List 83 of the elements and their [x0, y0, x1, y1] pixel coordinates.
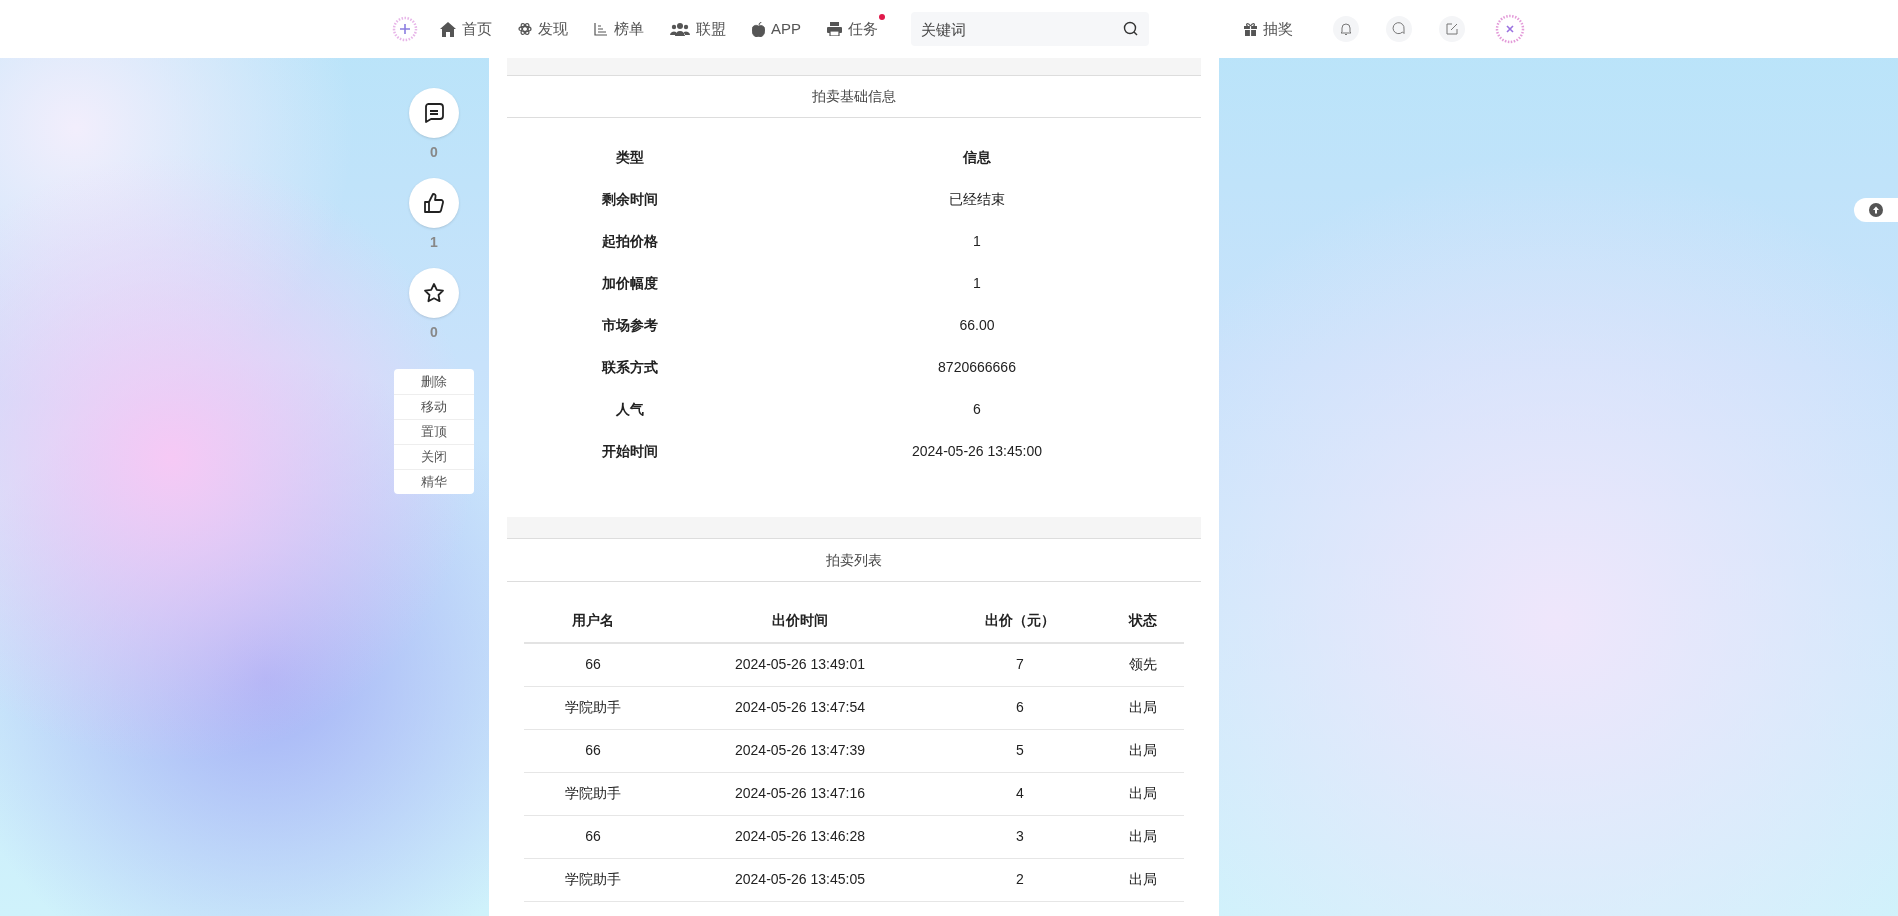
table-cell: 2024-05-26 13:45:05: [662, 858, 938, 901]
apple-icon: [752, 21, 765, 37]
column-header: 信息: [962, 147, 992, 167]
comment-button[interactable]: [409, 88, 459, 138]
table-cell: 5: [938, 729, 1102, 772]
column-header: 状态: [1102, 599, 1184, 643]
table-cell-text: 已经结束: [948, 189, 1006, 209]
bar-list-icon: [594, 22, 608, 36]
column-header: 用户名: [524, 599, 662, 643]
nav-link[interactable]: APP: [752, 17, 801, 41]
table-cell-text: 人气: [615, 399, 645, 419]
atom-icon: [518, 22, 532, 36]
table-cell: 2024-05-26 13:47:16: [662, 772, 938, 815]
table-cell-text: 开始时间: [601, 441, 659, 461]
table-cell-text: 加价幅度: [601, 273, 659, 293]
nav-link[interactable]: 榜单: [594, 17, 644, 41]
lottery-link[interactable]: 抽奖: [1243, 17, 1293, 41]
search-icon[interactable]: [1123, 21, 1139, 37]
table-cell-text: 起拍价格: [601, 231, 659, 251]
table-cell: 出局: [1102, 815, 1184, 858]
comment-count: 0: [430, 143, 438, 162]
table-cell: 7: [938, 643, 1102, 686]
admin-menu-item[interactable]: 关闭: [394, 444, 474, 469]
like-button[interactable]: [409, 178, 459, 228]
table-cell: 66: [524, 643, 662, 686]
table-cell-text: 66.00: [958, 315, 996, 335]
table-cell: 学院助手: [524, 858, 662, 901]
admin-menu-item[interactable]: 精华: [394, 469, 474, 494]
table-cell: 3: [938, 815, 1102, 858]
admin-menu-item[interactable]: 删除: [394, 369, 474, 394]
table-cell: 出局: [1102, 772, 1184, 815]
nav-link[interactable]: 联盟: [670, 17, 726, 41]
admin-menu-item[interactable]: 置顶: [394, 419, 474, 444]
comment-icon: [423, 102, 445, 124]
printer-icon: [827, 22, 842, 36]
table-cell: 66: [524, 729, 662, 772]
table-cell-text: 市场参考: [601, 315, 659, 335]
table-cell-text: 1: [972, 231, 982, 251]
like-count: 1: [430, 233, 438, 252]
star-icon: [423, 282, 445, 304]
table-cell-text: 联系方式: [600, 357, 659, 377]
chat-bubble-icon: [1392, 22, 1406, 36]
table-cell: 出局: [1102, 686, 1184, 729]
column-header: 类型: [615, 147, 645, 167]
nav-link[interactable]: 发现: [518, 17, 568, 41]
notification-button[interactable]: [1333, 16, 1359, 42]
users-icon: [670, 22, 690, 36]
table-cell: 66: [524, 815, 662, 858]
gift-icon: [1243, 22, 1258, 36]
bell-icon: [1339, 22, 1353, 36]
table-cell: 2: [938, 858, 1102, 901]
table-cell: 4: [938, 772, 1102, 815]
favorite-count: 0: [430, 323, 438, 342]
nav-link[interactable]: 任务: [827, 13, 885, 45]
edit-icon: [1445, 22, 1459, 36]
table-cell: 6: [938, 686, 1102, 729]
section-title: 拍卖基础信息: [507, 76, 1201, 118]
table-cell-text: 剩余时间: [601, 189, 659, 209]
message-button[interactable]: [1386, 16, 1412, 42]
table-cell: 2024-05-26 13:47:54: [662, 686, 938, 729]
home-icon: [440, 21, 456, 37]
section-title: 拍卖列表: [507, 539, 1201, 582]
column-header: 出价（元）: [938, 599, 1102, 643]
table-cell-text: 2024-05-26 13:45:00: [911, 441, 1043, 461]
admin-menu-item[interactable]: 移动: [394, 394, 474, 419]
table-cell: 出局: [1102, 858, 1184, 901]
table-cell: 领先: [1102, 643, 1184, 686]
search-field[interactable]: 关键词: [911, 12, 1149, 46]
table-cell: 出局: [1102, 729, 1184, 772]
table-cell-text: 8720666666: [937, 357, 1017, 377]
table-cell: 学院助手: [524, 686, 662, 729]
table-cell: 2024-05-26 13:47:39: [662, 729, 938, 772]
table-cell: 2024-05-26 13:46:28: [662, 815, 938, 858]
table-cell-text: 6: [972, 399, 982, 419]
thumbs-up-icon: [423, 192, 445, 214]
table-cell: 2024-05-26 13:49:01: [662, 643, 938, 686]
table-cell-text: 1: [972, 273, 982, 293]
nav-link[interactable]: 首页: [440, 17, 492, 41]
logo-icon[interactable]: [392, 16, 418, 42]
column-header: 出价时间: [662, 599, 938, 643]
upload-button[interactable]: [1854, 198, 1898, 222]
table-cell: 学院助手: [524, 772, 662, 815]
favorite-button[interactable]: [409, 268, 459, 318]
